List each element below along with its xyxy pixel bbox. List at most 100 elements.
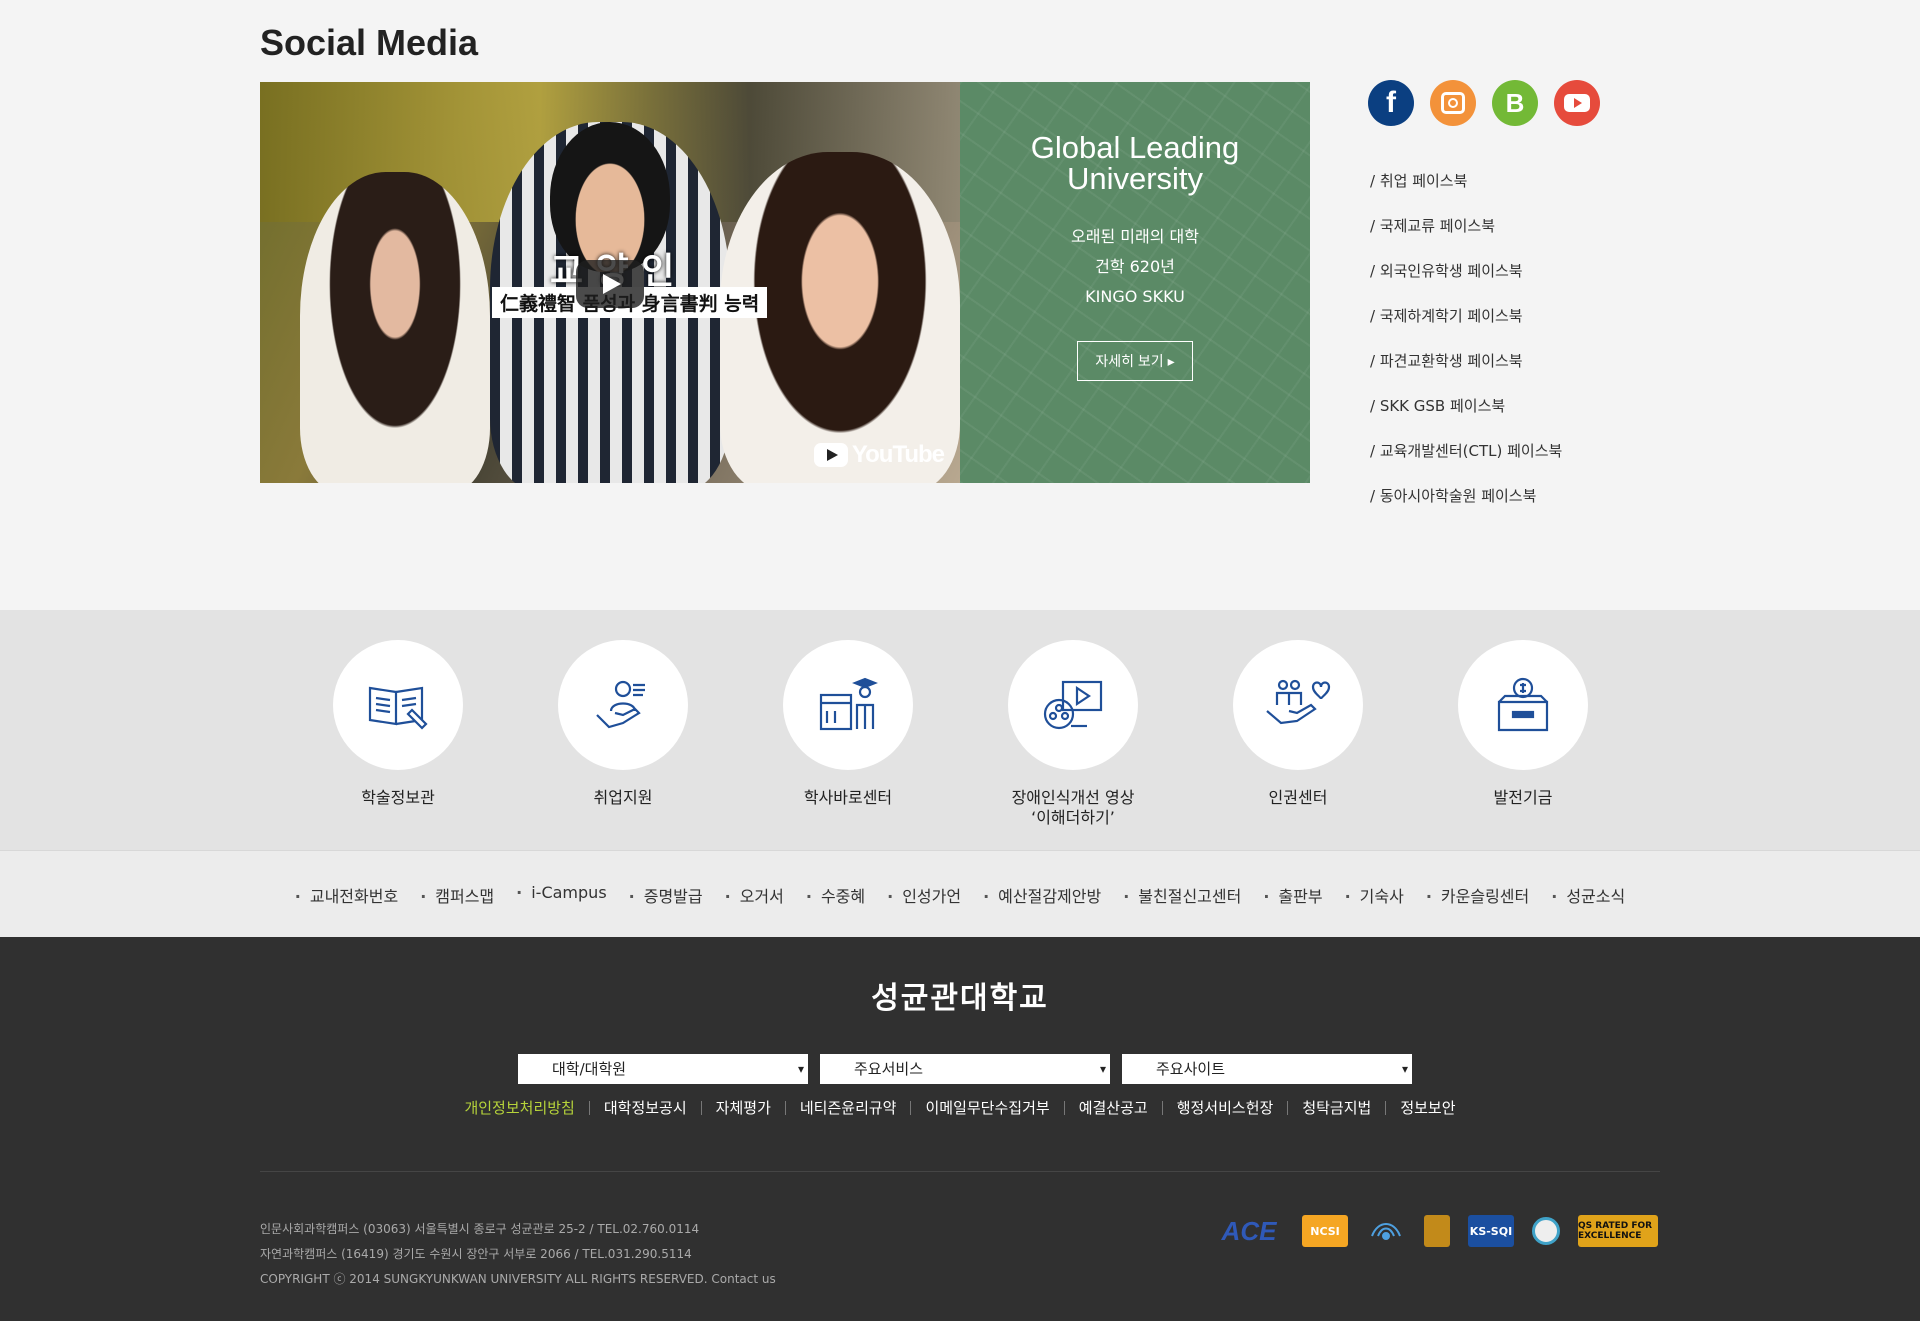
career-hand-icon xyxy=(596,680,645,729)
quick-service-band: 학술정보관 취업지원 학사바로센터 장애인식개선 영상 ‘이해더하기’ 인권센터… xyxy=(0,610,1920,850)
policy-link[interactable]: 대학정보공시 xyxy=(588,1101,701,1116)
site-footer: 성균관대학교 대학/대학원 주요서비스 주요사이트 개인정보처리방침 대학정보공… xyxy=(0,937,1920,1321)
promo-line-3: KINGO SKKU xyxy=(1085,287,1185,306)
facebook-link-list: / 취업 페이스북 / 국제교류 페이스북 / 외국인유학생 페이스북 / 국제… xyxy=(1370,170,1562,530)
sns-icon-row: f B xyxy=(1368,80,1600,126)
social-media-title: Social Media xyxy=(260,22,479,63)
youtube-video-player[interactable]: 교 양 인 仁義禮智 품성과 身言書判 능력 YouTube xyxy=(260,82,960,483)
utility-link[interactable]: 출판부 xyxy=(1263,883,1322,907)
utility-link[interactable]: 오거서 xyxy=(725,883,784,907)
knsa-badge xyxy=(1424,1215,1450,1247)
quick-label: 학술정보관 xyxy=(361,788,435,807)
utility-link[interactable]: 성균소식 xyxy=(1551,883,1625,907)
facebook-link[interactable]: / 파견교환학생 페이스북 xyxy=(1370,350,1562,395)
quick-item-disability-video[interactable]: 장애인식개선 영상 ‘이해더하기’ xyxy=(1008,640,1138,828)
promo-line-1: 오래된 미래의 대학 xyxy=(1071,227,1199,246)
address-humanities: 인문사회과학캠퍼스 (03063) 서울특별시 종로구 성균관로 25-2 / … xyxy=(260,1222,700,1236)
ks-award-badge xyxy=(1366,1215,1406,1247)
promo-title-line2: University xyxy=(1066,161,1204,196)
promo-line-2: 건학 620년 xyxy=(1095,257,1175,276)
quick-circle xyxy=(1458,640,1588,770)
footer-address: 인문사회과학캠퍼스 (03063) 서울특별시 종로구 성균관로 25-2 / … xyxy=(260,1217,776,1292)
quick-circle xyxy=(783,640,913,770)
youtube-label: YouTube xyxy=(851,441,945,468)
qs-badge: QS RATED FOR EXCELLENCE xyxy=(1578,1215,1658,1247)
quick-circle xyxy=(558,640,688,770)
youtube-watermark[interactable]: YouTube xyxy=(813,441,945,469)
policy-link[interactable]: 예결산공고 xyxy=(1063,1101,1162,1116)
instagram-icon[interactable] xyxy=(1430,80,1476,126)
quick-label: 장애인식개선 영상 ‘이해더하기’ xyxy=(973,788,1173,828)
facebook-link[interactable]: / 국제교류 페이스북 xyxy=(1370,215,1562,260)
quick-item-human-rights[interactable]: 인권센터 xyxy=(1233,640,1363,808)
copyright: COPYRIGHT ⓒ 2014 SUNGKYUNKWAN UNIVERSITY… xyxy=(260,1272,776,1286)
facebook-link[interactable]: / 외국인유학생 페이스북 xyxy=(1370,260,1562,305)
utility-link[interactable]: 캠퍼스맵 xyxy=(420,883,494,907)
university-logo[interactable]: 성균관대학교 xyxy=(0,973,1920,1017)
address-natural-science: 자연과학캠퍼스 (16419) 경기도 수원시 장안구 서부로 2066 / T… xyxy=(260,1247,692,1261)
facebook-link[interactable]: / SKK GSB 페이스북 xyxy=(1370,395,1562,440)
human-rights-icon xyxy=(1266,679,1331,725)
facebook-icon[interactable]: f xyxy=(1368,80,1414,126)
quick-label: 인권센터 xyxy=(1268,788,1328,807)
quick-label-line2: ‘이해더하기’ xyxy=(1031,808,1115,827)
policy-link-privacy[interactable]: 개인정보처리방침 xyxy=(450,1101,588,1116)
utility-link[interactable]: 예산절감제안방 xyxy=(983,883,1101,907)
facebook-link[interactable]: / 동아시아학술원 페이스북 xyxy=(1370,485,1562,530)
graduate-icon xyxy=(819,677,878,731)
video-reel-icon xyxy=(1043,680,1103,730)
select-colleges[interactable]: 대학/대학원 xyxy=(518,1054,808,1084)
global-leading-promo: Global Leading University 오래된 미래의 대학 건학 … xyxy=(960,82,1310,483)
policy-link[interactable]: 청탁금지법 xyxy=(1287,1101,1385,1116)
certification-badges: ACE NCSI KS-SQI QS RATED FOR EXCELLENCE xyxy=(1214,1215,1658,1247)
ksqi-badge: KS-SQI xyxy=(1468,1215,1514,1247)
utility-link[interactable]: 기숙사 xyxy=(1345,883,1404,907)
promo-title-line1: Global Leading xyxy=(1030,130,1240,165)
utility-link[interactable]: i-Campus xyxy=(516,883,606,907)
youtube-icon[interactable] xyxy=(1554,80,1600,126)
utility-link[interactable]: 증명발급 xyxy=(629,883,703,907)
select-services[interactable]: 주요서비스 xyxy=(820,1054,1110,1084)
quick-label-line1: 장애인식개선 영상 xyxy=(1011,788,1135,807)
quick-circle xyxy=(333,640,463,770)
social-media-section: Social Media 교 양 인 仁義禮智 품성과 身言書判 능력 YouT… xyxy=(0,0,1920,610)
blogger-icon[interactable]: B xyxy=(1492,80,1538,126)
quick-item-academic-center[interactable]: 학사바로센터 xyxy=(783,640,913,808)
promo-title: Global Leading University xyxy=(960,132,1310,194)
donation-box-icon xyxy=(1497,677,1549,732)
quick-item-library[interactable]: 학술정보관 xyxy=(333,640,463,808)
facebook-link[interactable]: / 국제하계학기 페이스북 xyxy=(1370,305,1562,350)
ncsi-badge: NCSI xyxy=(1302,1215,1348,1247)
select-sites[interactable]: 주요사이트 xyxy=(1122,1054,1412,1084)
quick-item-career[interactable]: 취업지원 xyxy=(558,640,688,808)
quick-label: 취업지원 xyxy=(593,788,653,807)
quick-label: 학사바로센터 xyxy=(803,788,893,807)
facebook-link[interactable]: / 취업 페이스북 xyxy=(1370,170,1562,215)
facebook-link[interactable]: / 교육개발센터(CTL) 페이스북 xyxy=(1370,440,1562,485)
utility-link[interactable]: 인성가언 xyxy=(887,883,961,907)
utility-link[interactable]: 수중혜 xyxy=(806,883,865,907)
ace-badge: ACE xyxy=(1221,1215,1277,1246)
video-person-left xyxy=(300,172,490,483)
quick-item-development-fund[interactable]: 발전기금 xyxy=(1458,640,1588,808)
utility-link[interactable]: 교내전화번호 xyxy=(295,883,398,907)
youtube-logo-icon xyxy=(813,443,848,467)
footer-divider xyxy=(260,1171,1660,1172)
policy-link[interactable]: 자체평가 xyxy=(700,1101,785,1116)
policy-links: 개인정보처리방침 대학정보공시 자체평가 네티즌윤리규약 이메일무단수집거부 예… xyxy=(0,1101,1920,1116)
book-icon xyxy=(368,686,428,730)
utility-link-strip: 교내전화번호 캠퍼스맵 i-Campus 증명발급 오거서 수중혜 인성가언 예… xyxy=(0,850,1920,937)
policy-link[interactable]: 네티즌윤리규약 xyxy=(784,1101,911,1116)
policy-link[interactable]: 행정서비스헌장 xyxy=(1161,1101,1288,1116)
utility-link[interactable]: 카운슬링센터 xyxy=(1426,883,1529,907)
play-icon[interactable] xyxy=(576,260,644,308)
policy-link[interactable]: 이메일무단수집거부 xyxy=(910,1101,1063,1116)
site-selects: 대학/대학원 주요서비스 주요사이트 xyxy=(518,1054,1412,1084)
utility-link[interactable]: 불친절신고센터 xyxy=(1123,883,1241,907)
quick-circle xyxy=(1008,640,1138,770)
policy-link[interactable]: 정보보안 xyxy=(1385,1101,1469,1116)
promo-text: 오래된 미래의 대학 건학 620년 KINGO SKKU xyxy=(960,222,1310,312)
view-more-button[interactable]: 자세히 보기 ▸ xyxy=(1077,341,1193,381)
quick-circle xyxy=(1233,640,1363,770)
quick-label: 발전기금 xyxy=(1493,788,1553,807)
